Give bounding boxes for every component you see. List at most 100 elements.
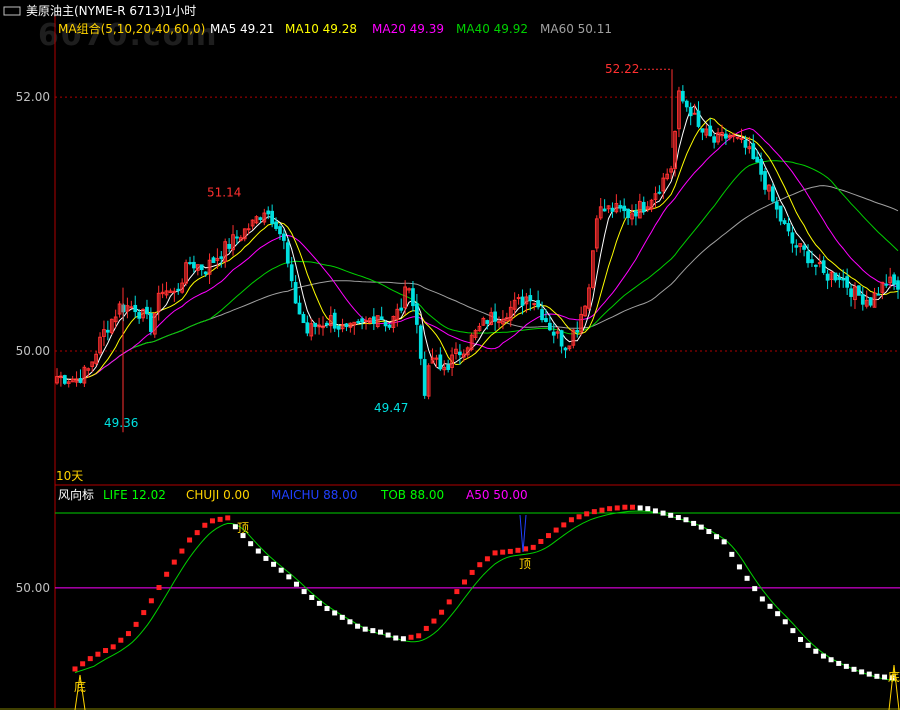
candle-body bbox=[516, 297, 521, 300]
indicator-block bbox=[568, 517, 574, 523]
candle-body bbox=[735, 136, 740, 139]
indicator-title: 风向标 bbox=[58, 487, 94, 502]
candle-body bbox=[274, 221, 278, 229]
candle-body bbox=[731, 134, 736, 137]
candle-body bbox=[724, 133, 728, 139]
candle-body bbox=[634, 210, 638, 217]
candle-body bbox=[602, 208, 607, 212]
candle-body bbox=[806, 251, 810, 264]
candle-body bbox=[833, 272, 838, 281]
candle-body bbox=[841, 278, 846, 281]
candle-body bbox=[692, 112, 697, 115]
indicator-block bbox=[538, 538, 544, 544]
indicator-block bbox=[141, 610, 147, 616]
candle-body bbox=[782, 220, 787, 224]
candle-body bbox=[458, 351, 462, 356]
candle-body bbox=[105, 329, 110, 333]
indicator-block bbox=[301, 589, 307, 595]
indicator-block bbox=[209, 518, 215, 524]
indicator-value: A50 50.00 bbox=[466, 488, 528, 502]
indicator-block bbox=[461, 579, 467, 585]
indicator-block bbox=[683, 517, 689, 523]
candle-body bbox=[129, 306, 134, 309]
indicator-block bbox=[851, 666, 857, 672]
candle-body bbox=[282, 233, 286, 241]
indicator-block bbox=[660, 510, 666, 516]
indicator-block bbox=[179, 548, 185, 554]
indicator-block bbox=[805, 642, 811, 648]
ma-legend-item: MA20 49.39 bbox=[372, 22, 444, 36]
signal-label: 底 bbox=[74, 679, 86, 694]
ma-line-ma10 bbox=[56, 117, 899, 381]
indicator-block bbox=[599, 507, 605, 513]
indicator-block bbox=[698, 524, 704, 530]
candle-body bbox=[763, 171, 767, 190]
indicator-block bbox=[103, 648, 109, 654]
candle-body bbox=[684, 100, 689, 108]
candle-body bbox=[399, 307, 404, 311]
candle-body bbox=[387, 324, 392, 328]
candle-body bbox=[293, 282, 298, 304]
indicator-block bbox=[125, 631, 131, 637]
candle-body bbox=[712, 136, 717, 143]
candle-body bbox=[681, 90, 685, 102]
indicator-block bbox=[423, 625, 429, 631]
candle-body bbox=[688, 106, 693, 117]
ma-legend-item: MA组合(5,10,20,40,60,0) bbox=[58, 21, 205, 36]
indicator-block bbox=[500, 549, 506, 555]
candle-body bbox=[825, 273, 830, 281]
indicator-block bbox=[278, 567, 284, 573]
candle-body bbox=[876, 293, 881, 296]
indicator-block bbox=[408, 634, 414, 640]
chart-stage: 6070.com 美原油主(NYME-R 6713)1小时 MA组合(5,10,2… bbox=[0, 0, 900, 710]
candle-body bbox=[172, 290, 177, 293]
indicator-block bbox=[225, 515, 231, 521]
indicator-block bbox=[706, 529, 712, 535]
candle-body bbox=[422, 359, 427, 396]
indicator-block bbox=[385, 632, 391, 638]
candle-body bbox=[857, 285, 861, 296]
candle-body bbox=[446, 364, 451, 370]
candle-body bbox=[751, 143, 756, 160]
candle-body bbox=[837, 277, 842, 280]
candle-body bbox=[845, 276, 850, 288]
indicator-block bbox=[431, 618, 437, 624]
indicator-block bbox=[439, 609, 445, 615]
indicator-block bbox=[630, 504, 636, 510]
annotation-peak: 51.14 bbox=[207, 185, 241, 199]
candle-body bbox=[520, 296, 525, 306]
candle-body bbox=[770, 186, 775, 202]
indicator-block bbox=[95, 651, 101, 657]
indicator-block bbox=[721, 539, 727, 545]
indicator-block bbox=[782, 619, 788, 625]
candle-body bbox=[199, 264, 204, 271]
kline-chart[interactable]: 美原油主(NYME-R 6713)1小时 MA组合(5,10,20,40,60,0… bbox=[0, 0, 900, 710]
candle-body bbox=[696, 110, 701, 127]
indicator-block bbox=[843, 663, 849, 669]
candle-body bbox=[219, 256, 224, 259]
indicator-block bbox=[393, 635, 399, 641]
indicator-block bbox=[484, 556, 490, 562]
candle-body bbox=[559, 330, 564, 347]
candle-body bbox=[551, 331, 556, 336]
candle-body bbox=[149, 313, 153, 332]
indicator-block bbox=[775, 611, 781, 617]
candle-body bbox=[540, 309, 544, 321]
indicator-block bbox=[492, 550, 498, 556]
signal-label: 顶 bbox=[519, 557, 531, 571]
candle-body bbox=[246, 228, 251, 231]
indicator-block bbox=[416, 633, 422, 639]
indicator-block bbox=[561, 522, 567, 528]
annotation-high: 52.22 bbox=[605, 62, 639, 76]
indicator-block bbox=[530, 544, 536, 550]
candle-body bbox=[563, 347, 568, 351]
window-restore-icon bbox=[3, 6, 21, 16]
candle-body bbox=[485, 320, 490, 324]
indicator-block bbox=[813, 648, 819, 654]
indicator-block bbox=[332, 610, 338, 616]
candle-body bbox=[641, 201, 646, 212]
indicator-block bbox=[72, 666, 78, 672]
indicator-block bbox=[362, 626, 368, 632]
indicator-block bbox=[576, 514, 582, 520]
candle-body bbox=[379, 316, 384, 320]
